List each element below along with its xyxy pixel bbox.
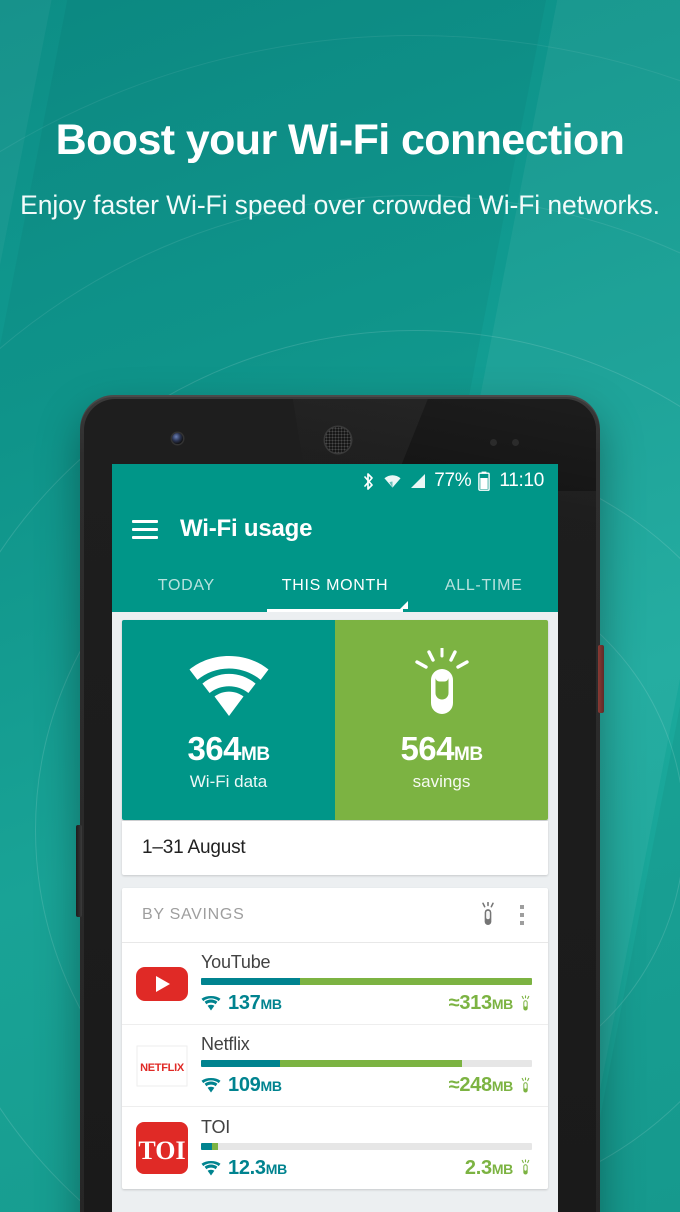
table-row[interactable]: YouTube 137MB ≈313MB (122, 943, 548, 1025)
hamburger-menu-icon[interactable] (132, 519, 158, 539)
bluetooth-icon (362, 472, 376, 491)
battery-icon (478, 471, 491, 491)
usage-bar-savings-segment (280, 1060, 463, 1067)
earpiece-speaker-icon (325, 427, 351, 453)
phone-screen: 77% 11:10 Wi-Fi usage TODAY THIS MONTH A… (112, 464, 558, 1212)
table-row[interactable]: NETFLIX Netflix 109MB ≈248MB (122, 1025, 548, 1107)
proximity-sensor-icon (490, 439, 497, 446)
signal-icon (409, 472, 427, 490)
usage-bar (201, 978, 532, 985)
summary-wifi-caption: Wi-Fi data (189, 772, 268, 791)
netflix-icon: NETFLIX (134, 1044, 190, 1088)
clock-label: 11:10 (499, 470, 544, 491)
row-values: 109MB ≈248MB (201, 1074, 532, 1097)
wifi-icon (201, 996, 221, 1011)
app-bar: Wi-Fi usage (112, 498, 558, 560)
toi-icon: TOI (134, 1122, 190, 1174)
wifi-usage-value: 137MB (201, 992, 449, 1015)
sort-mode-label: BY SAVINGS (142, 906, 245, 923)
wifi-icon (186, 648, 272, 718)
wifi-icon (201, 1160, 221, 1175)
app-usage-list-card: BY SAVINGS YouTube 137MB ≈313MB NETFLIX … (122, 888, 548, 1189)
summary-savings[interactable]: 564MB savings (335, 620, 548, 820)
usage-bar-wifi-segment (201, 1142, 213, 1150)
wifi-usage-value: 109MB (201, 1074, 449, 1097)
router-icon[interactable] (478, 902, 498, 928)
tab-bar: TODAY THIS MONTH ALL-TIME (112, 560, 558, 612)
table-row[interactable]: TOI TOI 12.3MB 2.3MB (122, 1107, 548, 1189)
usage-bar (201, 1060, 532, 1067)
usage-bar-wifi-segment (201, 978, 301, 985)
app-name: YouTube (201, 952, 271, 972)
volume-button[interactable] (76, 825, 82, 917)
savings-value: ≈248MB (449, 1074, 532, 1097)
row-values: 137MB ≈313MB (201, 992, 532, 1015)
phone-mockup: 77% 11:10 Wi-Fi usage TODAY THIS MONTH A… (76, 395, 604, 1212)
status-bar: 77% 11:10 (112, 464, 558, 498)
date-range-card[interactable]: 1–31 August (122, 821, 548, 875)
savings-value: 2.3MB (465, 1157, 532, 1180)
wifi-icon (383, 472, 402, 491)
svg-text:NETFLIX: NETFLIX (140, 1062, 185, 1074)
app-name: TOI (201, 1116, 231, 1137)
wifi-usage-value: 12.3MB (201, 1157, 465, 1180)
hero-headline: Boost your Wi-Fi connection (55, 116, 625, 164)
usage-bar-savings-segment (212, 1142, 218, 1150)
summary-wifi-data[interactable]: 364MB Wi-Fi data (122, 620, 335, 820)
app-name: Netflix (201, 1034, 250, 1054)
summary-wifi-value: 364MB (187, 730, 270, 767)
row-content: Netflix 109MB ≈248MB (190, 1034, 532, 1097)
hero-text-block: Boost your Wi-Fi connection Enjoy faster… (0, 116, 680, 222)
usage-bar (201, 1142, 532, 1150)
savings-value: ≈313MB (449, 992, 532, 1015)
svg-text:TOI: TOI (138, 1136, 185, 1165)
tab-all-time[interactable]: ALL-TIME (409, 560, 558, 612)
summary-card: 364MB Wi-Fi data 564MB savings (122, 620, 548, 820)
front-camera-icon (172, 433, 183, 444)
date-range-label: 1–31 August (142, 837, 246, 858)
page-title: Wi-Fi usage (180, 515, 313, 542)
row-values: 12.3MB 2.3MB (201, 1157, 532, 1180)
summary-savings-caption: savings (412, 772, 471, 791)
overflow-menu-icon[interactable] (512, 904, 532, 926)
router-icon (521, 1076, 530, 1092)
power-button[interactable] (598, 645, 604, 713)
router-savings-icon (411, 648, 473, 718)
wifi-icon (201, 1078, 221, 1093)
tab-today[interactable]: TODAY (112, 560, 261, 612)
router-icon (521, 1159, 530, 1175)
tab-indicator-arrow-icon (400, 601, 408, 609)
light-sensor-icon (512, 439, 519, 446)
youtube-icon (134, 962, 190, 1006)
battery-percent-label: 77% (434, 470, 472, 491)
summary-savings-value: 564MB (400, 730, 483, 767)
row-content: TOI 12.3MB 2.3MB (190, 1117, 532, 1180)
router-icon (521, 994, 530, 1010)
screen-content: 364MB Wi-Fi data 564MB savings 1–31 Augu… (112, 612, 558, 1189)
usage-bar-wifi-segment (201, 1060, 281, 1067)
usage-bar-savings-segment (300, 978, 532, 985)
tab-this-month[interactable]: THIS MONTH (261, 560, 410, 612)
hero-subline: Enjoy faster Wi-Fi speed over crowded Wi… (20, 189, 660, 220)
row-content: YouTube 137MB ≈313MB (190, 952, 532, 1015)
list-header: BY SAVINGS (122, 888, 548, 943)
